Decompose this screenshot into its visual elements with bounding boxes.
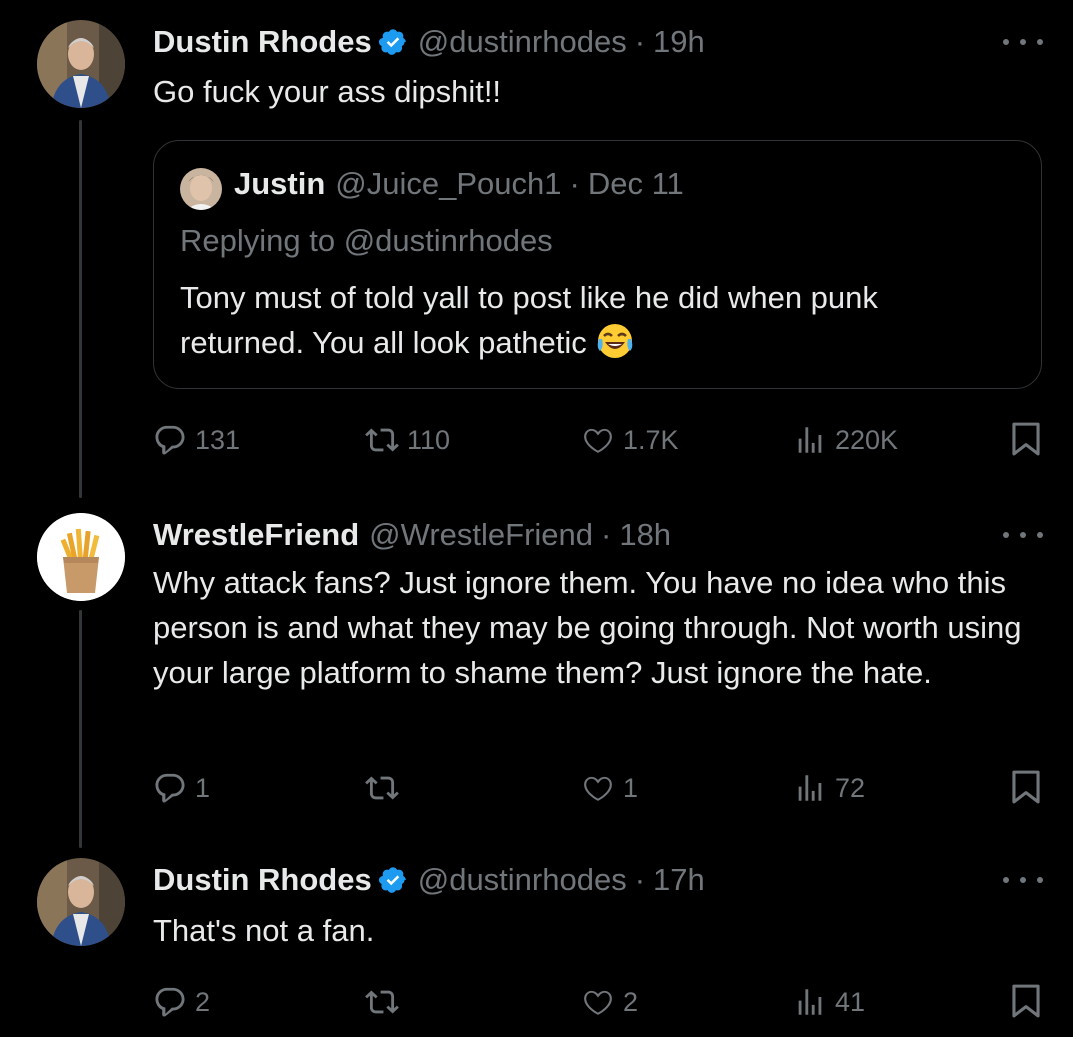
quoted-author-name: Justin	[234, 166, 326, 201]
bookmark-icon	[1012, 984, 1040, 1018]
reply-count: 2	[195, 986, 211, 1017]
quoted-header: Justin @Juice_Pouch1 · Dec 11	[234, 166, 684, 202]
repost-button[interactable]: 110	[365, 418, 450, 462]
quoted-tweet[interactable]: Justin @Juice_Pouch1 · Dec 11 Replying t…	[153, 140, 1042, 389]
reply-button[interactable]: 1	[153, 766, 210, 810]
verified-badge-icon	[378, 27, 408, 57]
views-count: 41	[835, 986, 866, 1017]
reply-button[interactable]: 2	[153, 980, 210, 1024]
tweet-time[interactable]: 18h	[619, 517, 671, 553]
tears-of-joy-emoji-icon	[595, 321, 635, 361]
quoted-author-handle: @Juice_Pouch1	[335, 166, 562, 201]
quoted-text: Tony must of told yall to post like he d…	[180, 275, 1000, 365]
repost-icon	[365, 428, 399, 452]
tweet-actions: 1 1 72	[153, 766, 1043, 810]
author-handle[interactable]: @dustinrhodes	[418, 24, 627, 60]
tweet-time[interactable]: 17h	[653, 862, 705, 898]
tweet-header: Dustin Rhodes @dustinrhodes · 17h	[153, 858, 705, 902]
repost-button[interactable]	[365, 766, 407, 810]
repost-icon	[365, 776, 399, 800]
views-count: 72	[835, 772, 866, 803]
separator-dot: ·	[634, 862, 646, 897]
like-count: 2	[623, 986, 639, 1017]
like-button[interactable]: 1.7K	[581, 418, 679, 462]
repost-count: 110	[407, 424, 451, 455]
quoted-text-content: Tony must of told yall to post like he d…	[180, 280, 878, 360]
views-icon	[798, 427, 822, 453]
repost-button[interactable]	[365, 980, 407, 1024]
quoted-date: Dec 11	[587, 166, 684, 201]
views-button[interactable]: 220K	[793, 418, 898, 462]
tweet-dustin-2[interactable]: Dustin Rhodes @dustinrhodes · 17h That's…	[0, 858, 1073, 1028]
views-count: 220K	[835, 424, 899, 455]
views-button[interactable]: 72	[793, 766, 865, 810]
bookmark-button[interactable]	[1009, 768, 1043, 811]
bookmark-icon	[1012, 422, 1040, 456]
author-name[interactable]: WrestleFriend	[153, 517, 359, 553]
reply-button[interactable]: 131	[153, 418, 240, 462]
reply-count: 131	[195, 424, 241, 455]
views-button[interactable]: 41	[793, 980, 865, 1024]
reply-icon	[155, 425, 185, 455]
like-count: 1.7K	[623, 424, 679, 455]
bookmark-button[interactable]	[1009, 420, 1043, 463]
tweet-text: Go fuck your ass dipshit!!	[153, 74, 502, 109]
avatar-dustin-rhodes[interactable]	[37, 858, 125, 946]
tweet-time[interactable]: 19h	[653, 24, 705, 60]
reply-icon	[155, 987, 185, 1017]
author-handle[interactable]: @WrestleFriend	[369, 517, 593, 553]
author-name[interactable]: Dustin Rhodes	[153, 24, 372, 60]
tweet-wrestlefriend[interactable]: WrestleFriend @WrestleFriend · 18h Why a…	[0, 513, 1073, 813]
tweet-text: That's not a fan.	[153, 913, 375, 948]
avatar-dustin-rhodes[interactable]	[37, 20, 125, 108]
bookmark-button[interactable]	[1009, 982, 1043, 1025]
avatar-wrestlefriend[interactable]	[37, 513, 125, 601]
reply-count: 1	[195, 772, 211, 803]
repost-icon	[365, 990, 399, 1014]
verified-badge-icon	[378, 865, 408, 895]
author-handle[interactable]: @dustinrhodes	[418, 862, 627, 898]
bookmark-icon	[1012, 770, 1040, 804]
views-icon	[798, 989, 822, 1015]
tweet-dustin-1[interactable]: Dustin Rhodes @dustinrhodes · 19h Go fuc…	[0, 20, 1073, 490]
tweet-actions: 2 2 41	[153, 980, 1043, 1024]
avatar-justin	[180, 168, 222, 210]
reply-icon	[155, 773, 185, 803]
like-icon	[584, 428, 612, 453]
like-count: 1	[623, 772, 639, 803]
tweet-header: WrestleFriend @WrestleFriend · 18h	[153, 513, 671, 557]
views-icon	[798, 775, 822, 801]
like-icon	[584, 990, 612, 1015]
separator-dot: ·	[634, 24, 646, 59]
separator-dot: ·	[569, 166, 580, 201]
tweet-actions: 131 110 1.7K 220K	[153, 418, 1043, 462]
tweet-header: Dustin Rhodes @dustinrhodes · 19h	[153, 20, 705, 64]
more-icon[interactable]	[1003, 866, 1043, 894]
separator-dot: ·	[601, 517, 612, 552]
more-icon[interactable]	[1003, 521, 1043, 549]
more-icon[interactable]	[1003, 28, 1043, 56]
like-icon	[584, 776, 612, 801]
tweet-text: Why attack fans? Just ignore them. You h…	[153, 565, 1022, 690]
author-name[interactable]: Dustin Rhodes	[153, 862, 372, 898]
like-button[interactable]: 1	[581, 766, 638, 810]
like-button[interactable]: 2	[581, 980, 638, 1024]
replying-to: Replying to @dustinrhodes	[180, 223, 553, 258]
